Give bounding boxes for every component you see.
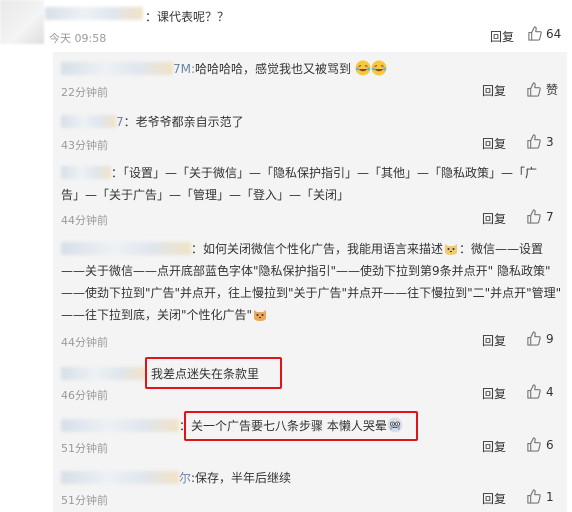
reply-item: 7M:哈哈哈哈，感觉我也又被骂到 bbox=[61, 58, 565, 80]
reply-button[interactable]: 回复 bbox=[482, 135, 506, 152]
cat-emoji bbox=[254, 310, 267, 321]
reply-item: 尔:保存，半年后继续 bbox=[61, 467, 565, 489]
thumb-up-icon bbox=[528, 26, 542, 41]
reply-button[interactable]: 回复 bbox=[482, 385, 506, 402]
username-blurred[interactable] bbox=[61, 367, 145, 380]
like-button[interactable]: 6 bbox=[526, 437, 554, 452]
like-button[interactable]: 4 bbox=[526, 384, 554, 399]
username-blurred[interactable] bbox=[61, 242, 191, 255]
reply-button[interactable]: 回复 bbox=[482, 438, 506, 455]
like-button[interactable]: 9 bbox=[526, 331, 554, 346]
reply-item: ：如何关闭微信个性化广告，我能用语言来描述 ：微信——设置 ——关于微信——点开底… bbox=[61, 238, 565, 326]
like-count: 4 bbox=[546, 384, 554, 399]
like-label: 赞 bbox=[546, 83, 559, 97]
top-comment: ：课代表呢？？ 今天 09:58 回复 64 bbox=[0, 0, 572, 50]
thumb-up-icon bbox=[527, 209, 541, 224]
thumb-up-icon bbox=[527, 134, 541, 149]
reply-text: ：如何关闭微信个性化广告，我能用语言来描述 bbox=[191, 242, 444, 256]
reply-text: 告」—「关于广告」—「管理」—「登入」—「关闭」 bbox=[61, 188, 350, 202]
reply-time: 46分钟前 bbox=[61, 389, 108, 402]
username-blurred[interactable] bbox=[61, 471, 179, 484]
thumb-up-icon bbox=[527, 82, 541, 97]
reply-text: ：老爷爷都亲自示范了 bbox=[123, 115, 244, 129]
like-count: 1 bbox=[546, 489, 554, 504]
reply-text: 哈哈哈哈，感觉我也又被骂到 bbox=[195, 62, 352, 76]
comment-text: ：课代表呢？？ bbox=[145, 10, 230, 24]
username-suffix[interactable]: 7 bbox=[116, 115, 124, 129]
reply-text: ——关于微信——点开底部蓝色字体"隐私保护指引"——使劲下拉到第9条并点开" 隐… bbox=[61, 264, 551, 278]
thumb-up-icon bbox=[527, 331, 541, 346]
reply-time: 22分钟前 bbox=[61, 86, 108, 99]
like-button[interactable]: 赞 bbox=[526, 81, 558, 98]
username-suffix[interactable]: 7M: bbox=[173, 62, 195, 76]
thumb-up-icon bbox=[527, 384, 541, 399]
like-button[interactable]: 64 bbox=[527, 26, 561, 41]
reply-button[interactable]: 回复 bbox=[482, 210, 506, 227]
username-blurred[interactable] bbox=[61, 62, 173, 75]
username-blurred[interactable] bbox=[61, 166, 111, 179]
username-suffix[interactable]: 尔 bbox=[179, 471, 191, 485]
highlight-box bbox=[145, 357, 282, 389]
reply-button[interactable]: 回复 bbox=[482, 82, 506, 99]
username-blurred[interactable] bbox=[61, 115, 116, 128]
reply-text: ——使劲下拉到"广告"并点开，往上慢拉到"关于广告"并点开——往下慢拉到"二"并… bbox=[61, 286, 562, 300]
reply-text: ：「设置」—「关于微信」—「隐私保护指引」—「其他」—「隐私政策」—「广 bbox=[111, 166, 538, 180]
thumb-up-icon bbox=[527, 437, 541, 452]
reply-button[interactable]: 回复 bbox=[482, 490, 506, 507]
comment-time: 今天 09:58 bbox=[49, 32, 107, 45]
reply-time: 51分钟前 bbox=[61, 494, 108, 507]
reply-time: 43分钟前 bbox=[61, 139, 108, 152]
like-button[interactable]: 3 bbox=[526, 134, 554, 149]
reply-text: :保存，半年后继续 bbox=[191, 471, 292, 485]
reply-item: 我差点迷失在条款里 bbox=[61, 363, 565, 385]
username-blurred[interactable] bbox=[61, 419, 179, 432]
like-count: 3 bbox=[546, 134, 554, 149]
reply-button[interactable]: 回复 bbox=[482, 332, 506, 349]
like-count: 64 bbox=[546, 26, 562, 41]
thumb-up-icon bbox=[527, 489, 541, 504]
username-blurred[interactable] bbox=[45, 7, 143, 20]
reply-time: 44分钟前 bbox=[61, 336, 108, 349]
reply-button[interactable]: 回复 bbox=[490, 28, 514, 45]
like-count: 9 bbox=[546, 331, 554, 346]
laugh-cry-emoji bbox=[355, 60, 371, 76]
like-count: 7 bbox=[546, 209, 554, 224]
like-count: 6 bbox=[546, 437, 554, 452]
highlight-box bbox=[184, 411, 418, 441]
reply-text: ——往下拉到底，关闭"个性化广告" bbox=[61, 308, 253, 322]
reply-time: 51分钟前 bbox=[61, 442, 108, 455]
reply-item: ：「设置」—「关于微信」—「隐私保护指引」—「其他」—「隐私政策」—「广 告」—… bbox=[61, 162, 565, 206]
cat-emoji bbox=[445, 244, 458, 255]
reply-time: 44分钟前 bbox=[61, 214, 108, 227]
like-button[interactable]: 7 bbox=[526, 209, 554, 224]
laugh-cry-emoji bbox=[371, 60, 387, 76]
like-button[interactable]: 1 bbox=[526, 489, 554, 504]
reply-item: 7：老爷爷都亲自示范了 bbox=[61, 111, 565, 133]
reply-text: ：微信——设置 bbox=[459, 242, 544, 256]
avatar[interactable] bbox=[0, 0, 44, 44]
